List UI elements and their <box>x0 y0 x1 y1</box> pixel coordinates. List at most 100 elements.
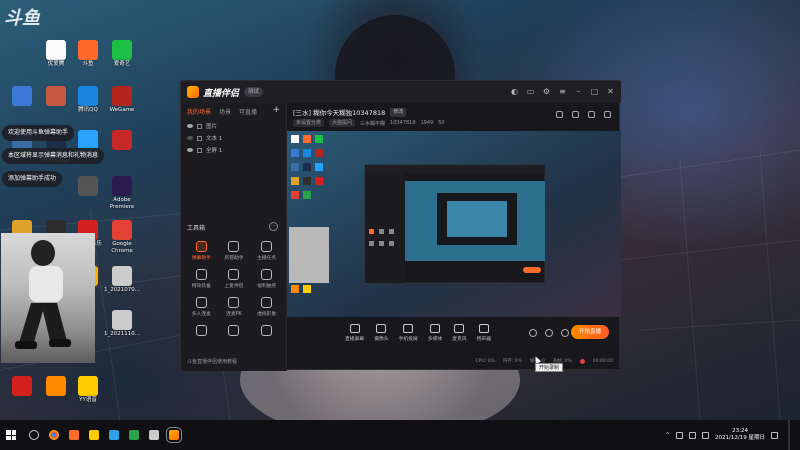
close-icon[interactable]: ✕ <box>606 87 615 96</box>
menu-icon[interactable]: ≡ <box>558 87 567 96</box>
tool-item[interactable]: 主播任务 <box>250 241 283 261</box>
live-settings-icon[interactable] <box>561 329 569 337</box>
skin-icon[interactable]: ◐ <box>510 87 519 96</box>
tool-item[interactable]: 福利抽奖 <box>250 269 283 289</box>
douyu-icon[interactable] <box>69 430 79 440</box>
app-titlebar[interactable]: 直播伴侣 测试 ◐ ▭ ⚙ ≡ – □ ✕ <box>181 81 621 103</box>
danmaku-toast-1: 欢迎使用斗鱼弹幕助手 <box>2 125 75 141</box>
tool-item[interactable] <box>218 325 251 338</box>
tab-my-scenes[interactable]: 我的场景 <box>187 107 211 116</box>
desktop-icon[interactable]: YY语音 <box>70 376 106 404</box>
tool-item[interactable]: 特效装备 <box>185 269 218 289</box>
tab-live[interactable]: 可直播 <box>239 107 257 116</box>
lock-icon[interactable] <box>197 123 202 129</box>
live-preview[interactable] <box>287 131 621 317</box>
companion-icon[interactable] <box>166 427 182 443</box>
tool-item[interactable]: 房管助手 <box>218 241 251 261</box>
desktop-icon[interactable] <box>4 376 40 397</box>
desktop-icon[interactable] <box>70 176 106 197</box>
version-badge[interactable]: 测试 <box>244 87 264 97</box>
record-icon[interactable] <box>529 329 537 337</box>
photo-preview-card[interactable] <box>1 233 95 363</box>
input-method-icon[interactable] <box>702 431 710 439</box>
scene-item[interactable]: 图片 <box>181 120 286 132</box>
app-icon[interactable] <box>129 430 139 440</box>
desktop-icon-label: 1_2021070... <box>104 287 140 293</box>
desktop-icon[interactable]: 腾讯QQ <box>70 86 106 114</box>
tool-icon <box>261 297 273 308</box>
tool-item[interactable] <box>250 325 283 338</box>
room-meta-item[interactable]: 未设置分类 <box>293 119 325 127</box>
calendar-icon[interactable] <box>572 111 579 118</box>
scene-item[interactable]: 全屏 1 <box>181 144 286 156</box>
source-button[interactable]: 摄像头 <box>374 324 389 342</box>
lock-icon[interactable] <box>197 147 202 153</box>
show-desktop-button[interactable] <box>788 420 790 450</box>
room-meta-item: 50 <box>438 120 445 126</box>
visibility-icon[interactable] <box>187 136 193 140</box>
gift-icon[interactable] <box>556 111 563 118</box>
tool-item[interactable] <box>185 325 218 338</box>
visibility-icon[interactable] <box>187 124 193 128</box>
app-icon <box>112 40 132 60</box>
tooltip: 开始录制 <box>535 363 564 372</box>
visibility-toggle-icon[interactable] <box>545 329 553 337</box>
notification-center-icon[interactable] <box>771 431 778 439</box>
desktop-icon[interactable]: 1_2021110... <box>104 310 140 338</box>
source-button[interactable]: 多媒体 <box>428 324 442 342</box>
desktop-icon[interactable]: 爱奇艺 <box>104 40 140 68</box>
app-icon[interactable] <box>109 430 119 440</box>
desktop-icon[interactable]: 1_2021070... <box>104 266 140 294</box>
maximize-icon[interactable]: □ <box>590 87 599 96</box>
toolbox-more-button[interactable]: ··· <box>269 222 278 231</box>
tool-item[interactable]: 上麦伴侣 <box>218 269 251 289</box>
start-live-button[interactable]: 开始直播 <box>571 325 609 339</box>
desktop-icon[interactable] <box>4 86 40 107</box>
edit-room-button[interactable]: 修改 <box>390 107 407 117</box>
desktop-icon[interactable] <box>104 130 140 151</box>
desktop-icon[interactable]: 优爱腾 <box>38 40 74 68</box>
room-meta-item[interactable]: 大脑提问 <box>329 119 356 127</box>
person-photo <box>15 240 71 349</box>
app-icon[interactable] <box>89 430 99 440</box>
chrome-icon[interactable] <box>49 430 59 440</box>
chevron-up-icon[interactable]: ^ <box>665 432 670 439</box>
volume-icon[interactable] <box>689 431 697 439</box>
status-bar: CPU: 0% 内存: 0% 帧率: 0 丢帧: 0% 00:00:00 <box>287 353 621 369</box>
lock-icon[interactable] <box>197 135 202 141</box>
search-icon[interactable] <box>29 430 39 440</box>
clock[interactable]: 23:24 2021/12/19 星期日 <box>715 428 765 442</box>
tool-item[interactable]: 多人连麦 <box>185 297 218 317</box>
desktop-icon[interactable]: Adobe Premiere <box>104 176 140 210</box>
tab-scenes[interactable]: 场景 <box>219 107 231 116</box>
app-icon[interactable] <box>149 430 159 440</box>
settings-icon[interactable]: ⚙ <box>542 87 551 96</box>
visibility-icon[interactable] <box>187 148 193 152</box>
desktop-icon[interactable]: 斗鱼 <box>70 40 106 68</box>
source-button[interactable]: 扬声器 <box>477 324 491 342</box>
desktop-icon[interactable]: Google Chrome <box>104 220 140 254</box>
share-icon[interactable] <box>604 111 611 118</box>
tutorial-link[interactable]: 斗鱼直播伴侣使用教程 <box>187 358 237 365</box>
tool-label: 主播任务 <box>257 256 277 261</box>
live-companion-window[interactable]: 直播伴侣 测试 ◐ ▭ ⚙ ≡ – □ ✕ 我的场景 场景 可直播 + 图片 文… <box>180 80 621 371</box>
source-button[interactable]: 手机投屏 <box>399 324 418 342</box>
tool-label: 福利抽奖 <box>257 284 277 289</box>
window-controls: ◐ ▭ ⚙ ≡ – □ ✕ <box>510 87 615 96</box>
message-icon[interactable]: ▭ <box>526 87 535 96</box>
source-button[interactable]: 直播屏幕 <box>345 324 364 342</box>
network-icon[interactable] <box>676 431 684 439</box>
tool-item[interactable]: 连麦PK <box>218 297 251 317</box>
scene-item[interactable]: 文本 1 <box>181 132 286 144</box>
desktop-icon[interactable] <box>38 86 74 107</box>
add-scene-button[interactable]: + <box>272 106 280 116</box>
source-button[interactable]: 麦克风 <box>452 324 467 342</box>
tool-item[interactable]: 弹幕助手 <box>185 241 218 261</box>
tool-item[interactable]: 虚拟形象 <box>250 297 283 317</box>
notification-icon[interactable] <box>588 111 595 118</box>
minimize-icon[interactable]: – <box>574 87 583 96</box>
desktop-icon[interactable] <box>38 376 74 397</box>
start-button[interactable] <box>6 430 16 440</box>
desktop-icon[interactable]: WeGame <box>104 86 140 114</box>
room-meta-item: 三水糊不糊 <box>360 120 386 127</box>
